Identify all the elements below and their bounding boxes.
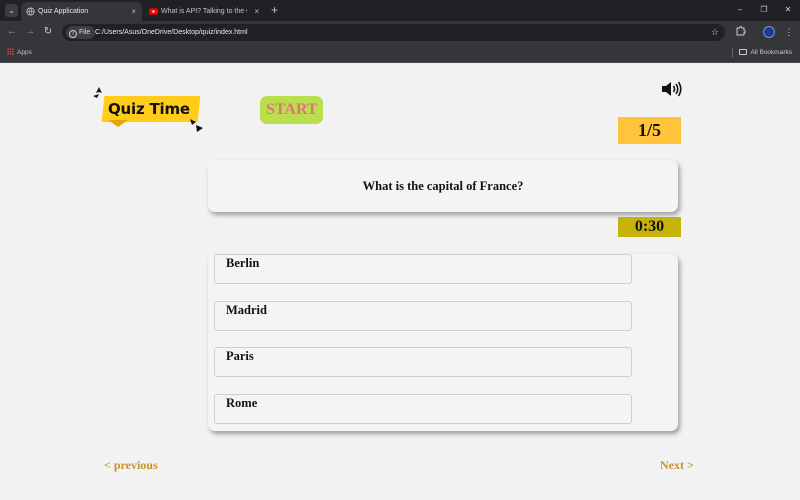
question-text: What is the capital of France? xyxy=(362,179,524,193)
globe-icon xyxy=(26,7,35,16)
all-bookmarks-button[interactable]: All Bookmarks xyxy=(739,44,792,61)
tab-label: Quiz Application xyxy=(38,8,89,15)
reload-icon[interactable]: ↻ xyxy=(41,25,55,39)
tab-quiz-application[interactable]: Quiz Application × xyxy=(21,2,142,21)
site-chip-label: File xyxy=(79,29,91,36)
restore-button[interactable]: ❐ xyxy=(753,0,775,21)
tab-label: What is API? Talking to the Out xyxy=(161,8,247,15)
answer-option-paris[interactable]: Paris xyxy=(214,347,632,377)
all-bookmarks-label: All Bookmarks xyxy=(750,49,792,56)
info-icon: i xyxy=(69,30,77,38)
new-tab-button[interactable]: + xyxy=(271,1,278,20)
bookmarks-divider xyxy=(732,48,733,58)
youtube-icon xyxy=(149,8,158,15)
address-bar[interactable]: i File C:/Users/Asus/OneDrive/Desktop/qui… xyxy=(62,24,725,41)
quiz-page: Quiz Time START 1/5 What is the capital … xyxy=(0,63,800,500)
url-text: C:/Users/Asus/OneDrive/Desktop/quiz/inde… xyxy=(95,29,248,36)
close-tab-icon[interactable]: × xyxy=(254,2,259,21)
forward-arrow-icon[interactable]: → xyxy=(23,25,37,39)
question-card: What is the capital of France? xyxy=(208,160,678,212)
browser-toolbar: ← → ↻ i File C:/Users/Asus/OneDrive/Deskt… xyxy=(0,21,800,44)
answer-option-rome[interactable]: Rome xyxy=(214,394,632,424)
close-tab-icon[interactable]: × xyxy=(131,2,136,21)
extensions-icon[interactable] xyxy=(733,25,747,39)
quiz-time-logo: Quiz Time xyxy=(92,87,206,133)
answer-option-madrid[interactable]: Madrid xyxy=(214,301,632,331)
back-arrow-icon[interactable]: ← xyxy=(5,25,19,39)
menu-kebab-icon[interactable]: ⋮ xyxy=(782,25,796,39)
folder-icon xyxy=(739,49,748,55)
browser-chrome: ⌄ Quiz Application × What is API? Talkin… xyxy=(0,0,800,63)
bookmarks-bar: Apps All Bookmarks xyxy=(0,44,800,63)
logo-text: Quiz Time xyxy=(108,100,190,118)
apps-label: Apps xyxy=(17,49,32,56)
tab-what-is-api[interactable]: What is API? Talking to the Out × xyxy=(144,2,265,21)
minimize-button[interactable]: – xyxy=(729,0,751,21)
apps-grid-icon xyxy=(7,48,14,55)
countdown-timer: 0:30 xyxy=(618,217,681,237)
answer-option-berlin[interactable]: Berlin xyxy=(214,254,632,284)
sparkle-icon xyxy=(190,119,203,132)
start-button[interactable]: START xyxy=(260,96,323,124)
previous-link[interactable]: < previous xyxy=(104,458,158,472)
question-counter: 1/5 xyxy=(618,117,681,144)
apps-shortcut[interactable]: Apps xyxy=(7,44,32,61)
next-link[interactable]: Next > xyxy=(660,458,694,472)
tab-strip: ⌄ Quiz Application × What is API? Talkin… xyxy=(0,0,800,21)
answer-options-card: Berlin Madrid Paris Rome xyxy=(208,254,678,431)
bookmark-star-icon[interactable]: ☆ xyxy=(711,24,719,41)
speaker-volume-icon[interactable] xyxy=(660,80,682,98)
profile-avatar[interactable] xyxy=(763,26,775,38)
logo-ribbon-tail xyxy=(108,120,128,127)
site-info-chip[interactable]: i File xyxy=(66,26,96,39)
close-window-button[interactable]: ✕ xyxy=(777,0,799,21)
tab-search-button[interactable]: ⌄ xyxy=(5,4,18,17)
